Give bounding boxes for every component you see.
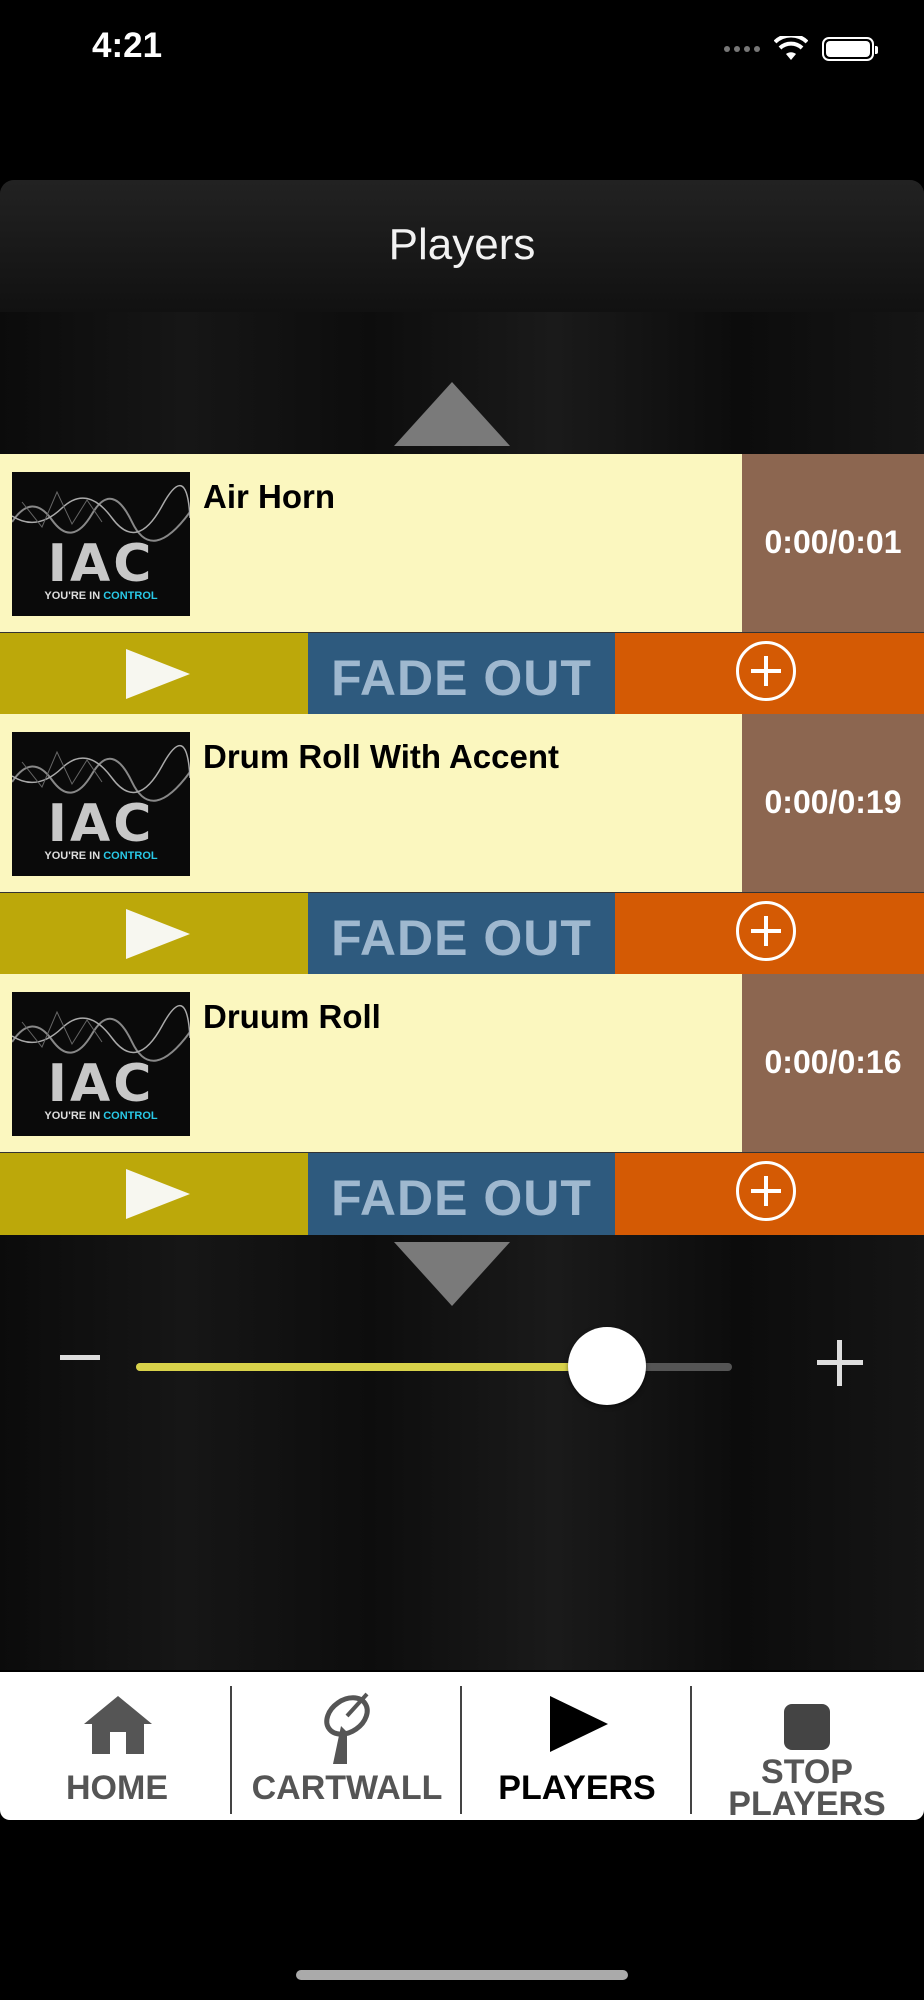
home-indicator <box>296 1970 628 1980</box>
add-button[interactable] <box>615 633 924 715</box>
scroll-down-arrow-icon[interactable] <box>394 1242 510 1306</box>
track-artwork: IAC YOU'RE IN CONTROL <box>12 992 190 1136</box>
player-row-3: IAC YOU'RE IN CONTROL Druum Roll 0:00/0:… <box>0 974 924 1235</box>
iac-logo: IAC <box>47 794 155 854</box>
stop-icon <box>784 1704 830 1750</box>
play-icon <box>126 649 190 699</box>
track-time: 0:00/0:16 <box>764 1044 902 1080</box>
status-time: 4:21 <box>92 26 163 65</box>
track-time: 0:00/0:19 <box>764 784 902 820</box>
tab-label: CARTWALL <box>251 1769 443 1807</box>
fade-out-label: FADE OUT <box>331 1170 592 1226</box>
plus-circle-icon <box>736 901 796 961</box>
tab-label-line2: PLAYERS <box>728 1785 886 1823</box>
track-info[interactable]: IAC YOU'RE IN CONTROL Air Horn <box>0 454 742 632</box>
add-button[interactable] <box>615 893 924 975</box>
player-info[interactable]: IAC YOU'RE IN CONTROL Drum Roll With Acc… <box>0 714 924 892</box>
fade-out-label: FADE OUT <box>331 910 592 966</box>
play-icon <box>550 1696 608 1752</box>
play-icon <box>126 1169 190 1219</box>
track-time-box: 0:00/0:01 <box>742 454 924 632</box>
add-button[interactable] <box>615 1153 924 1235</box>
volume-slider-thumb[interactable] <box>568 1327 646 1405</box>
play-button[interactable] <box>0 893 308 975</box>
tab-label: HOME <box>66 1769 168 1807</box>
page-title: Players <box>388 220 536 269</box>
status-bar: 4:21 <box>0 0 924 100</box>
track-time: 0:00/0:01 <box>764 524 902 560</box>
volume-down-icon[interactable] <box>60 1355 100 1360</box>
tab-label-line1: STOP <box>761 1753 853 1791</box>
volume-slider-fill <box>136 1363 607 1371</box>
status-icons <box>724 36 878 62</box>
tab-home[interactable]: HOME <box>2 1672 232 1820</box>
track-name: Drum Roll With Accent <box>203 738 559 775</box>
track-artwork: IAC YOU'RE IN CONTROL <box>12 472 190 616</box>
track-name: Air Horn <box>203 478 335 515</box>
player-info[interactable]: IAC YOU'RE IN CONTROL Druum Roll 0:00/0:… <box>0 974 924 1152</box>
logo-tagline: YOU'RE IN CONTROL <box>44 590 158 602</box>
tab-bar: HOME CARTWALL PLAYERS STOP PLAYERS <box>0 1672 924 1823</box>
players-panel: Players IAC YOU'RE IN CONTROL Air Horn 0… <box>0 180 924 1670</box>
home-icon <box>84 1696 152 1754</box>
tab-stop-players[interactable]: STOP PLAYERS <box>692 1672 922 1823</box>
track-artwork: IAC YOU'RE IN CONTROL <box>12 732 190 876</box>
track-time-box: 0:00/0:16 <box>742 974 924 1152</box>
player-info[interactable]: IAC YOU'RE IN CONTROL Air Horn 0:00/0:01 <box>0 454 924 632</box>
logo-tagline: YOU'RE IN CONTROL <box>44 1110 158 1122</box>
scroll-up-arrow-icon[interactable] <box>394 382 510 446</box>
play-button[interactable] <box>0 1153 308 1235</box>
fade-out-button[interactable]: FADE OUT <box>308 893 615 975</box>
play-button[interactable] <box>0 633 308 715</box>
iac-logo: IAC <box>47 534 155 594</box>
track-info[interactable]: IAC YOU'RE IN CONTROL Drum Roll With Acc… <box>0 714 742 892</box>
track-time-box: 0:00/0:19 <box>742 714 924 892</box>
iac-logo: IAC <box>47 1054 155 1114</box>
logo-tagline: YOU'RE IN CONTROL <box>44 850 158 862</box>
satellite-dish-icon <box>324 1692 370 1764</box>
plus-circle-icon <box>736 641 796 701</box>
play-icon <box>126 909 190 959</box>
player-controls: FADE OUT <box>0 632 924 715</box>
wifi-icon <box>774 36 808 60</box>
plus-circle-icon <box>736 1161 796 1221</box>
fade-out-label: FADE OUT <box>331 650 592 706</box>
fade-out-button[interactable]: FADE OUT <box>308 1153 615 1235</box>
player-controls: FADE OUT <box>0 1152 924 1235</box>
track-name: Druum Roll <box>203 998 381 1035</box>
cellular-signal-icon <box>724 46 760 52</box>
track-info[interactable]: IAC YOU'RE IN CONTROL Druum Roll <box>0 974 742 1152</box>
tab-cartwall[interactable]: CARTWALL <box>232 1672 462 1820</box>
player-row-2: IAC YOU'RE IN CONTROL Drum Roll With Acc… <box>0 714 924 975</box>
battery-icon <box>822 37 878 61</box>
player-controls: FADE OUT <box>0 892 924 975</box>
tab-label: PLAYERS <box>498 1769 656 1807</box>
player-row-1: IAC YOU'RE IN CONTROL Air Horn 0:00/0:01… <box>0 454 924 715</box>
panel-header: Players <box>0 180 924 312</box>
fade-out-button[interactable]: FADE OUT <box>308 633 615 715</box>
volume-up-icon[interactable] <box>817 1340 863 1386</box>
tab-players[interactable]: PLAYERS <box>462 1672 692 1820</box>
